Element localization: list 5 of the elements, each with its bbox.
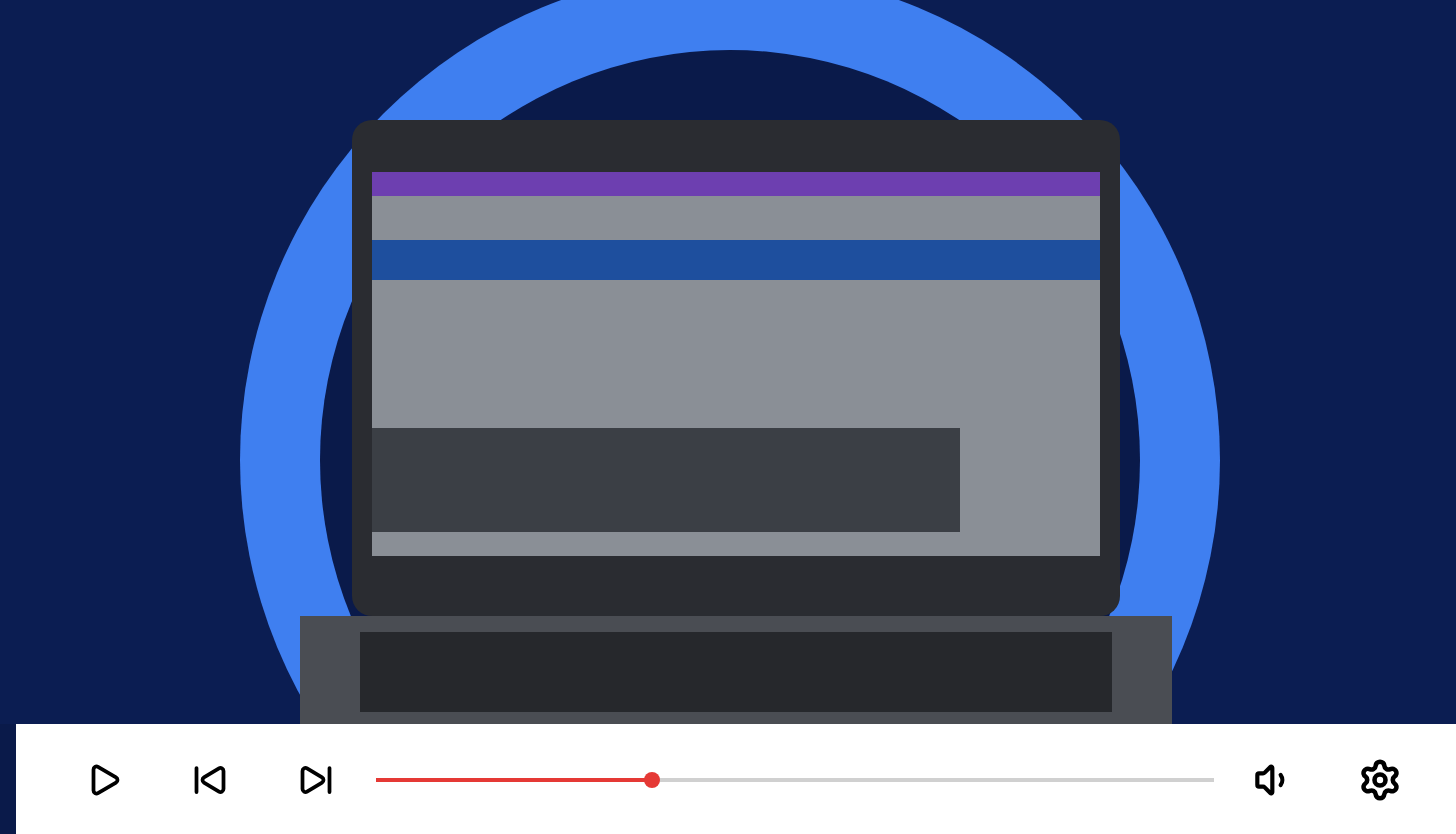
skip-back-icon <box>192 761 228 797</box>
progress-thumb[interactable] <box>644 771 661 787</box>
play-icon <box>86 761 123 797</box>
settings-icon <box>1357 757 1402 801</box>
skip-forward-icon <box>297 761 334 797</box>
